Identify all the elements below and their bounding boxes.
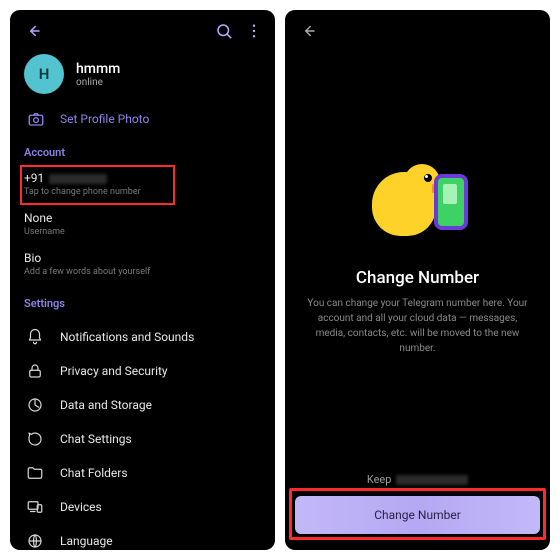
back-icon[interactable] [297, 20, 319, 42]
top-bar [10, 10, 275, 48]
change-number-button-label: Change Number [374, 508, 461, 522]
bio-subtext: Add a few words about yourself [24, 267, 261, 277]
folder-icon [24, 464, 46, 482]
settings-list: Notifications and Sounds Privacy and Secu… [10, 316, 275, 550]
settings-item-data-and-storage[interactable]: Data and Storage [10, 388, 275, 422]
settings-item-label: Devices [60, 500, 102, 514]
avatar: H [24, 54, 64, 94]
page-title: Change Number [356, 268, 479, 288]
keep-label: Keep [367, 473, 392, 486]
change-number-screen: Change Number You can change your Telegr… [285, 10, 550, 550]
settings-item-chat-settings[interactable]: Chat Settings [10, 422, 275, 456]
settings-item-label: Chat Settings [60, 432, 132, 446]
settings-screen: H hmmm online Set Profile Photo Account … [10, 10, 275, 550]
duck-illustration [370, 166, 466, 250]
page-description: You can change your Telegram number here… [307, 296, 528, 356]
phone-prefix: +91 [24, 171, 44, 185]
settings-item-language[interactable]: Language [10, 524, 275, 550]
search-icon[interactable] [213, 20, 235, 42]
account-bio-row[interactable]: Bio Add a few words about yourself [10, 245, 275, 285]
globe-icon [24, 532, 46, 550]
settings-item-label: Privacy and Security [60, 364, 168, 378]
profile-name: hmmm [76, 61, 120, 77]
camera-icon [24, 110, 48, 128]
settings-item-label: Notifications and Sounds [60, 330, 194, 344]
settings-item-devices[interactable]: Devices [10, 490, 275, 524]
settings-item-chat-folders[interactable]: Chat Folders [10, 456, 275, 490]
lock-icon [24, 362, 46, 380]
profile-header[interactable]: H hmmm online [10, 48, 275, 104]
phone-number-redacted [49, 174, 107, 184]
profile-status: online [76, 77, 120, 88]
account-phone-row[interactable]: +91 Tap to change phone number [10, 165, 275, 205]
settings-header: Settings [10, 293, 275, 316]
username-subtext: Username [24, 227, 261, 237]
change-number-button[interactable]: Change Number [295, 496, 540, 534]
devices-icon [24, 498, 46, 516]
keep-number-redacted [396, 475, 468, 485]
top-bar [285, 10, 550, 52]
more-icon[interactable] [243, 20, 265, 42]
disk-icon [24, 396, 46, 414]
settings-item-label: Language [60, 534, 113, 548]
keep-number-link[interactable]: Keep [295, 473, 540, 486]
set-profile-photo-button[interactable]: Set Profile Photo [10, 104, 275, 142]
chat-icon [24, 430, 46, 448]
settings-item-notifications-and-sounds[interactable]: Notifications and Sounds [10, 320, 275, 354]
settings-item-privacy-and-security[interactable]: Privacy and Security [10, 354, 275, 388]
bell-icon [24, 328, 46, 346]
account-header: Account [10, 142, 275, 165]
set-profile-photo-label: Set Profile Photo [60, 112, 149, 126]
username-value: None [24, 211, 261, 225]
bio-value: Bio [24, 251, 261, 265]
settings-item-label: Chat Folders [60, 466, 128, 480]
back-icon[interactable] [22, 20, 44, 42]
account-username-row[interactable]: None Username [10, 205, 275, 245]
phone-subtext: Tap to change phone number [24, 187, 261, 197]
settings-item-label: Data and Storage [60, 398, 152, 412]
